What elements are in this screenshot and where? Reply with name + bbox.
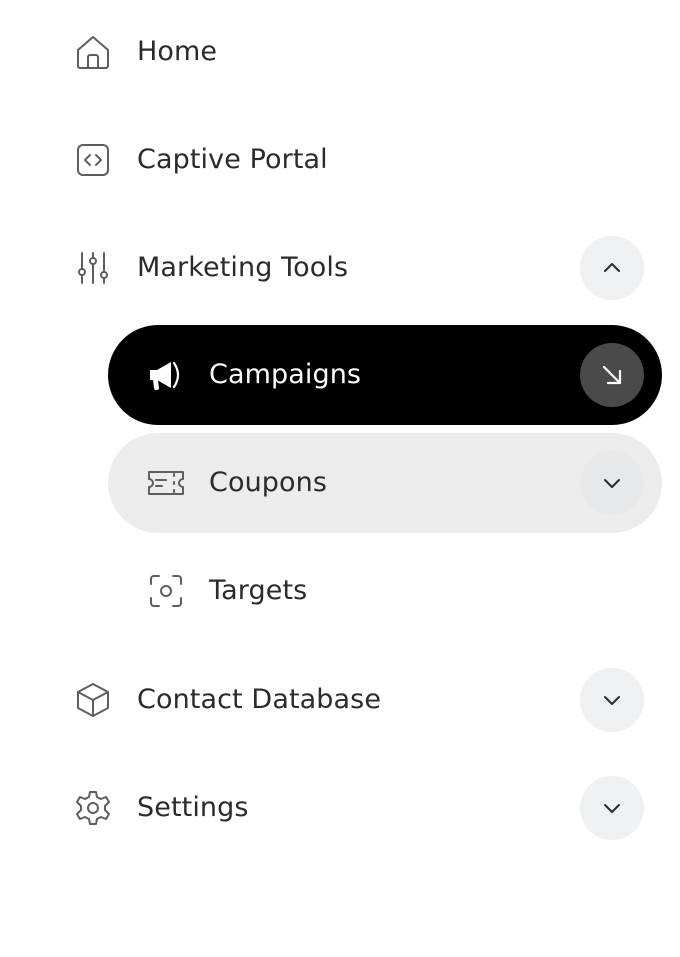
open-campaigns-button[interactable]	[580, 343, 644, 407]
nav-subitem-campaigns[interactable]: Campaigns	[108, 325, 662, 425]
sidebar-nav: Home Captive Portal Marketing Tools Camp…	[0, 0, 680, 957]
nav-item-captive-portal[interactable]: Captive Portal	[0, 110, 680, 210]
chevron-down-icon	[604, 479, 620, 488]
home-icon	[73, 32, 113, 72]
nav-label-marketing-tools: Marketing Tools	[137, 252, 349, 283]
nav-subitem-targets[interactable]: Targets	[108, 541, 662, 641]
expand-toggle-settings[interactable]	[580, 776, 644, 840]
ticket-icon	[146, 463, 186, 503]
nav-label-contact-database: Contact Database	[137, 684, 382, 715]
nav-label-settings: Settings	[137, 792, 249, 823]
sliders-icon	[73, 248, 113, 288]
gear-icon	[73, 788, 113, 828]
nav-item-marketing-tools[interactable]: Marketing Tools	[0, 218, 680, 318]
nav-label-captive-portal: Captive Portal	[137, 144, 328, 175]
expand-toggle-contact-database[interactable]	[580, 668, 644, 732]
nav-label-coupons: Coupons	[209, 467, 328, 498]
target-scan-icon	[146, 571, 186, 611]
expand-toggle-coupons[interactable]	[580, 451, 644, 515]
nav-label-campaigns: Campaigns	[209, 359, 362, 390]
collapse-toggle-marketing-tools[interactable]	[580, 236, 644, 300]
nav-label-home: Home	[137, 36, 218, 67]
megaphone-icon	[146, 355, 186, 395]
cube-icon	[73, 680, 113, 720]
nav-label-targets: Targets	[209, 575, 308, 606]
nav-item-contact-database[interactable]: Contact Database	[0, 650, 680, 750]
chevron-down-icon	[604, 804, 620, 813]
nav-item-settings[interactable]: Settings	[0, 758, 680, 858]
arrow-down-right-icon	[602, 365, 622, 385]
nav-item-home[interactable]: Home	[0, 2, 680, 102]
chevron-down-icon	[604, 696, 620, 705]
nav-subitem-coupons[interactable]: Coupons	[108, 433, 662, 533]
code-square-icon	[73, 140, 113, 180]
chevron-up-icon	[604, 263, 620, 272]
